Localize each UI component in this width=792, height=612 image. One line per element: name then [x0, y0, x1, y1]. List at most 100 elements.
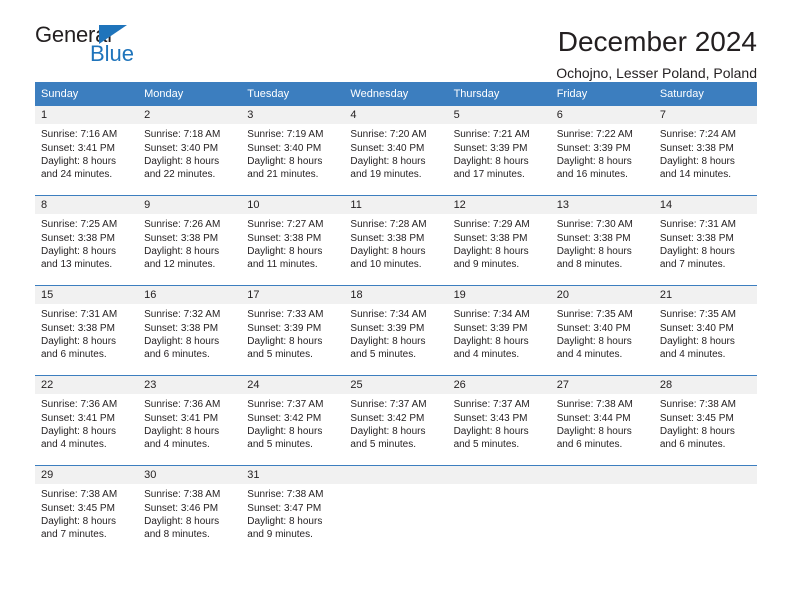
- day-details: Sunrise: 7:34 AM Sunset: 3:39 PM Daylight:…: [344, 304, 447, 361]
- day-number: 19: [447, 286, 551, 305]
- calendar-day-cell[interactable]: 24 Sunrise: 7:37 AM Sunset: 3:42 PM Dayligh…: [241, 376, 345, 465]
- calendar-day-cell[interactable]: 6 Sunrise: 7:22 AM Sunset: 3:39 PM Daylight…: [550, 106, 654, 195]
- calendar-day-cell[interactable]: 30 Sunrise: 7:38 AM Sunset: 3:46 PM Dayligh…: [138, 466, 242, 555]
- daylight-text-line1: Daylight: 8 hours: [247, 335, 323, 347]
- day-details: Sunrise: 7:29 AM Sunset: 3:38 PM Daylight:…: [448, 214, 551, 271]
- day-details: Sunrise: 7:28 AM Sunset: 3:38 PM Daylight:…: [344, 214, 447, 271]
- calendar-day-cell[interactable]: 20 Sunrise: 7:35 AM Sunset: 3:40 PM Dayligh…: [550, 286, 654, 375]
- calendar-day-cell[interactable]: 5 Sunrise: 7:21 AM Sunset: 3:39 PM Daylight…: [447, 106, 551, 195]
- day-number: 6: [550, 106, 654, 125]
- calendar-day-cell[interactable]: 22 Sunrise: 7:36 AM Sunset: 3:41 PM Dayligh…: [35, 376, 139, 465]
- daylight-text-line2: and 5 minutes.: [247, 438, 313, 450]
- daylight-text-line2: and 4 minutes.: [41, 438, 107, 450]
- sunset-text: Sunset: 3:46 PM: [144, 502, 219, 514]
- page-header: General Blue December 2024 Ochojno, Less…: [35, 0, 757, 82]
- calendar-day-cell[interactable]: 4 Sunrise: 7:20 AM Sunset: 3:40 PM Daylight…: [344, 106, 448, 195]
- sunset-text: Sunset: 3:38 PM: [659, 142, 734, 154]
- day-number: 21: [653, 286, 757, 305]
- sunset-text: Sunset: 3:43 PM: [453, 412, 528, 424]
- sunset-text: Sunset: 3:38 PM: [659, 232, 734, 244]
- calendar-day-cell-empty: [550, 466, 654, 555]
- sunrise-text: Sunrise: 7:35 AM: [659, 309, 736, 321]
- calendar-day-cell[interactable]: 15 Sunrise: 7:31 AM Sunset: 3:38 PM Dayligh…: [35, 286, 139, 375]
- calendar-day-cell[interactable]: 16 Sunrise: 7:32 AM Sunset: 3:38 PM Dayligh…: [138, 286, 242, 375]
- day-details: Sunrise: 7:27 AM Sunset: 3:38 PM Daylight:…: [241, 214, 344, 271]
- day-details: Sunrise: 7:26 AM Sunset: 3:38 PM Daylight:…: [138, 214, 241, 271]
- calendar-day-cell[interactable]: 13 Sunrise: 7:30 AM Sunset: 3:38 PM Dayligh…: [550, 196, 654, 285]
- sunset-text: Sunset: 3:38 PM: [41, 322, 115, 334]
- calendar-day-cell[interactable]: 26 Sunrise: 7:37 AM Sunset: 3:43 PM Dayligh…: [447, 376, 551, 465]
- sunrise-text: Sunrise: 7:38 AM: [556, 399, 633, 411]
- sunset-text: Sunset: 3:39 PM: [556, 142, 631, 154]
- daylight-text-line1: Daylight: 8 hours: [556, 335, 632, 347]
- calendar-day-cell[interactable]: 21 Sunrise: 7:35 AM Sunset: 3:40 PM Dayligh…: [653, 286, 757, 375]
- calendar-day-cell[interactable]: 28 Sunrise: 7:38 AM Sunset: 3:45 PM Dayligh…: [653, 376, 757, 465]
- day-details: Sunrise: 7:35 AM Sunset: 3:40 PM Daylight:…: [654, 304, 757, 361]
- sunrise-text: Sunrise: 7:37 AM: [247, 399, 324, 411]
- calendar-day-cell[interactable]: 2 Sunrise: 7:18 AM Sunset: 3:40 PM Daylight…: [138, 106, 242, 195]
- calendar-day-cell[interactable]: 17 Sunrise: 7:33 AM Sunset: 3:39 PM Dayligh…: [241, 286, 345, 375]
- day-details: [344, 484, 447, 488]
- daylight-text-line1: Daylight: 8 hours: [41, 335, 117, 347]
- calendar-day-cell[interactable]: 8 Sunrise: 7:25 AM Sunset: 3:38 PM Daylight…: [35, 196, 139, 285]
- daylight-text-line2: and 5 minutes.: [247, 348, 313, 360]
- sunrise-text: Sunrise: 7:35 AM: [556, 309, 633, 321]
- calendar-day-cell[interactable]: 23 Sunrise: 7:36 AM Sunset: 3:41 PM Dayligh…: [138, 376, 242, 465]
- calendar-day-cell[interactable]: 10 Sunrise: 7:27 AM Sunset: 3:38 PM Dayligh…: [241, 196, 345, 285]
- daylight-text-line1: Daylight: 8 hours: [247, 515, 323, 527]
- sunrise-text: Sunrise: 7:20 AM: [350, 129, 427, 141]
- day-details: Sunrise: 7:38 AM Sunset: 3:46 PM Daylight:…: [138, 484, 241, 541]
- daylight-text-line2: and 6 minutes.: [41, 348, 107, 360]
- calendar-day-cell[interactable]: 3 Sunrise: 7:19 AM Sunset: 3:40 PM Daylight…: [241, 106, 345, 195]
- calendar-day-cell[interactable]: 14 Sunrise: 7:31 AM Sunset: 3:38 PM Dayligh…: [653, 196, 757, 285]
- calendar-day-cell[interactable]: 29 Sunrise: 7:38 AM Sunset: 3:45 PM Dayligh…: [35, 466, 139, 555]
- day-number: 23: [138, 376, 242, 395]
- daylight-text-line1: Daylight: 8 hours: [453, 335, 529, 347]
- daylight-text-line1: Daylight: 8 hours: [247, 245, 323, 257]
- daylight-text-line2: and 8 minutes.: [556, 258, 623, 270]
- day-details: Sunrise: 7:31 AM Sunset: 3:38 PM Daylight:…: [35, 304, 138, 361]
- calendar-day-cell[interactable]: 19 Sunrise: 7:34 AM Sunset: 3:39 PM Dayligh…: [447, 286, 551, 375]
- sunset-text: Sunset: 3:41 PM: [144, 412, 219, 424]
- sunrise-text: Sunrise: 7:31 AM: [41, 309, 118, 321]
- page-subtitle: Ochojno, Lesser Poland, Poland: [556, 65, 757, 82]
- calendar-day-cell[interactable]: 1 Sunrise: 7:16 AM Sunset: 3:41 PM Daylight…: [35, 106, 139, 195]
- day-details: Sunrise: 7:19 AM Sunset: 3:40 PM Daylight:…: [241, 124, 344, 181]
- calendar-day-cell[interactable]: 12 Sunrise: 7:29 AM Sunset: 3:38 PM Dayligh…: [447, 196, 551, 285]
- sunset-text: Sunset: 3:41 PM: [41, 142, 115, 154]
- general-blue-logo: General Blue: [35, 24, 205, 72]
- page-title: December 2024: [557, 26, 757, 57]
- daylight-text-line1: Daylight: 8 hours: [453, 425, 529, 437]
- calendar-day-cell[interactable]: 7 Sunrise: 7:24 AM Sunset: 3:38 PM Daylight…: [653, 106, 757, 195]
- sunset-text: Sunset: 3:40 PM: [556, 322, 631, 334]
- day-details: Sunrise: 7:21 AM Sunset: 3:39 PM Daylight:…: [448, 124, 551, 181]
- daylight-text-line1: Daylight: 8 hours: [247, 155, 323, 167]
- sunrise-text: Sunrise: 7:33 AM: [247, 309, 324, 321]
- sunrise-text: Sunrise: 7:21 AM: [453, 129, 530, 141]
- sunset-text: Sunset: 3:39 PM: [453, 322, 528, 334]
- daylight-text-line1: Daylight: 8 hours: [350, 155, 426, 167]
- calendar-day-cell[interactable]: 9 Sunrise: 7:26 AM Sunset: 3:38 PM Daylight…: [138, 196, 242, 285]
- sunrise-text: Sunrise: 7:34 AM: [453, 309, 530, 321]
- calendar-day-cell[interactable]: 18 Sunrise: 7:34 AM Sunset: 3:39 PM Dayligh…: [344, 286, 448, 375]
- daylight-text-line1: Daylight: 8 hours: [41, 515, 117, 527]
- daylight-text-line2: and 4 minutes.: [556, 348, 623, 360]
- day-number: 18: [344, 286, 448, 305]
- day-details: Sunrise: 7:38 AM Sunset: 3:45 PM Daylight:…: [654, 394, 757, 451]
- daylight-text-line2: and 9 minutes.: [453, 258, 520, 270]
- day-number: 3: [241, 106, 345, 125]
- calendar-day-cell[interactable]: 31 Sunrise: 7:38 AM Sunset: 3:47 PM Dayligh…: [241, 466, 345, 555]
- day-number: [447, 466, 551, 485]
- calendar-day-cell[interactable]: 27 Sunrise: 7:38 AM Sunset: 3:44 PM Dayligh…: [550, 376, 654, 465]
- calendar-day-cell[interactable]: 11 Sunrise: 7:28 AM Sunset: 3:38 PM Dayligh…: [344, 196, 448, 285]
- day-details: Sunrise: 7:38 AM Sunset: 3:45 PM Daylight:…: [35, 484, 138, 541]
- sunrise-text: Sunrise: 7:30 AM: [556, 219, 633, 231]
- calendar-grid: Sunday Monday Tuesday Wednesday Thursday…: [35, 82, 757, 555]
- calendar-day-cell[interactable]: 25 Sunrise: 7:37 AM Sunset: 3:42 PM Dayligh…: [344, 376, 448, 465]
- day-details: Sunrise: 7:25 AM Sunset: 3:38 PM Daylight:…: [35, 214, 138, 271]
- weekday-header-sunday: Sunday: [41, 88, 79, 100]
- daylight-text-line2: and 11 minutes.: [247, 258, 318, 270]
- daylight-text-line1: Daylight: 8 hours: [556, 155, 632, 167]
- sunrise-text: Sunrise: 7:22 AM: [556, 129, 633, 141]
- sunset-text: Sunset: 3:38 PM: [144, 232, 219, 244]
